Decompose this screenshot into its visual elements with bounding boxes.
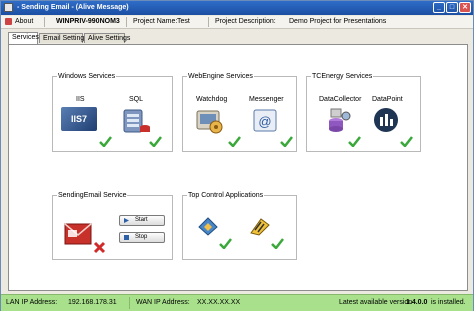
version-value: 1.4.0.0 <box>406 299 428 306</box>
tcenergy-services-group: TCEnergy Services DataCollector DataPoin… <box>306 73 421 152</box>
stop-icon <box>124 235 129 240</box>
stop-button-label: Stop <box>135 234 148 240</box>
play-icon <box>124 218 129 223</box>
iis7-icon[interactable]: IIS7 <box>61 107 97 131</box>
group-title: WebEngine Services <box>187 73 254 80</box>
title-bar[interactable]: - Sending Email - (Alive Message) _ □ ✕ <box>1 1 473 15</box>
windows-services-group: Windows Services IIS SQL IIS7 <box>52 73 173 152</box>
watchdog-icon[interactable] <box>195 107 225 134</box>
service-label-datapoint: DataPoint <box>372 96 403 103</box>
app-icon <box>4 3 13 12</box>
services-panel: Windows Services IIS SQL IIS7 WebEngine … <box>8 44 468 291</box>
datacollector-icon[interactable] <box>323 107 353 134</box>
service-label-datacollector: DataCollector <box>319 96 362 103</box>
check-icon <box>400 136 413 147</box>
start-button[interactable]: Start <box>119 215 165 226</box>
check-icon <box>228 136 241 147</box>
machine-name: WINPRIV-990NOM3 <box>56 18 120 25</box>
check-icon <box>348 136 361 147</box>
group-title: TCEnergy Services <box>311 73 374 80</box>
start-button-label: Start <box>135 217 148 223</box>
check-icon <box>219 238 232 249</box>
project-description-value: Demo Project for Presentations <box>289 18 387 25</box>
stop-button[interactable]: Stop <box>119 232 165 243</box>
service-label-messenger: Messenger <box>249 96 284 103</box>
toolbar-divider <box>126 17 127 27</box>
messenger-icon[interactable]: @ <box>251 107 281 134</box>
sql-server-icon[interactable] <box>121 107 151 134</box>
status-divider <box>129 297 130 309</box>
close-button[interactable]: ✕ <box>459 2 471 13</box>
project-name-label: Project Name: <box>133 18 178 25</box>
tab-services[interactable]: Services <box>8 32 39 44</box>
about-button[interactable]: About <box>15 18 33 25</box>
version-prefix: Latest available version <box>339 299 413 306</box>
tab-email-settings[interactable]: Email Settings <box>39 33 88 43</box>
check-icon <box>99 136 112 147</box>
project-name-value: Test <box>177 18 190 25</box>
lan-ip-label: LAN IP Address: <box>6 299 58 306</box>
application-window: - Sending Email - (Alive Message) _ □ ✕ … <box>0 0 474 311</box>
sendingemail-icon[interactable] <box>64 220 94 247</box>
wan-ip-label: WAN IP Address: <box>136 299 190 306</box>
lan-ip-value: 192.168.178.31 <box>68 299 117 306</box>
window-title: - Sending Email - (Alive Message) <box>17 4 129 11</box>
service-label-watchdog: Watchdog <box>196 96 228 103</box>
service-label-iis: IIS <box>76 96 85 103</box>
tab-alive-settings[interactable]: Alive Settings <box>84 33 130 43</box>
datapoint-icon[interactable] <box>372 107 402 134</box>
check-icon <box>271 238 284 249</box>
top-control-applications-group: Top Control Applications <box>182 192 297 260</box>
top-control-app-1-icon[interactable] <box>197 215 219 237</box>
top-control-app-2-icon[interactable] <box>249 215 271 237</box>
about-icon[interactable] <box>5 18 12 25</box>
version-suffix: is installed. <box>431 299 466 306</box>
wan-ip-value: XX.XX.XX.XX <box>197 299 241 306</box>
minimize-button[interactable]: _ <box>433 2 445 13</box>
check-icon <box>280 136 293 147</box>
webengine-services-group: WebEngine Services Watchdog Messenger @ <box>182 73 297 152</box>
group-title: Windows Services <box>57 73 117 80</box>
check-icon <box>149 136 162 147</box>
project-description-label: Project Description: <box>215 18 276 25</box>
error-x-icon <box>93 241 106 254</box>
maximize-button[interactable]: □ <box>446 2 458 13</box>
service-label-sql: SQL <box>129 96 144 103</box>
status-bar: LAN IP Address: 192.168.178.31 WAN IP Ad… <box>1 294 473 311</box>
toolbar: About WINPRIV-990NOM3 Project Name: Test… <box>1 16 473 29</box>
group-title: Top Control Applications <box>187 192 265 199</box>
group-title: SendingEmail Service <box>57 192 128 199</box>
toolbar-divider <box>208 17 209 27</box>
toolbar-divider <box>44 17 45 27</box>
svg-text:@: @ <box>258 114 271 129</box>
sendingemail-service-group: SendingEmail Service Start Stop <box>52 192 173 260</box>
